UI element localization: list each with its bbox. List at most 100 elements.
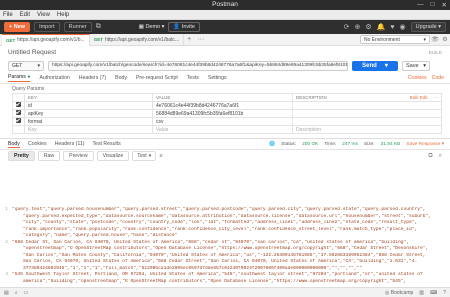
settings-icon[interactable]: ⚙ <box>365 23 371 31</box>
gear-icon[interactable]: ⚙ <box>440 36 450 43</box>
param-key[interactable]: format <box>24 117 153 126</box>
wrap-icon[interactable]: ≡ <box>159 153 162 159</box>
tab-response-headers[interactable]: Headers (11) <box>55 141 85 147</box>
table-row: Key Value Description <box>12 125 442 134</box>
minimize-button[interactable]: — <box>417 1 424 9</box>
new-key-input[interactable]: Key <box>24 125 153 134</box>
status-value: 200 OK <box>302 141 319 147</box>
row-checkbox[interactable] <box>12 101 25 110</box>
params-table: KEY VALUE DESCRIPTION ··· Bulk Edit id 4… <box>12 93 442 134</box>
search-icon[interactable]: ⌕ <box>15 290 18 296</box>
invite-button[interactable]: 👤 Invite <box>168 22 200 32</box>
sync-icon[interactable]: ⟳ <box>344 23 350 31</box>
tab-settings[interactable]: Settings <box>208 75 227 81</box>
save-button[interactable]: Save ▾ <box>402 60 430 71</box>
table-row: id 4e76061c4e44f39b8d4246776a7a6f1 <box>12 101 442 110</box>
tab-menu-button[interactable]: ··· <box>194 36 207 43</box>
tab-authorization[interactable]: Authorization <box>39 75 69 81</box>
environment-selector[interactable]: No Environment ▾ <box>360 35 430 44</box>
new-button[interactable]: + New <box>4 22 31 32</box>
param-value[interactable]: csv <box>152 117 293 126</box>
param-description[interactable] <box>292 101 442 110</box>
param-description[interactable] <box>292 117 442 126</box>
tab-label: https://api.geoapify.com/v1/b... <box>17 37 85 43</box>
tab-params[interactable]: Params ● <box>8 74 31 82</box>
table-header-key: KEY <box>24 93 153 102</box>
response-line: america","building","openstreetmap","© O… <box>0 279 450 285</box>
sidebar-toggle-icon[interactable]: ▤ <box>4 290 9 296</box>
avatar[interactable]: ◉ <box>399 23 405 31</box>
copy-icon[interactable]: ⧉ <box>428 153 432 160</box>
view-raw[interactable]: Raw <box>37 151 61 161</box>
tab-tests[interactable]: Tests <box>187 75 199 81</box>
menu-file[interactable]: File <box>3 12 13 18</box>
eye-icon[interactable]: 👁 <box>430 36 440 43</box>
console-icon[interactable]: ▭ <box>24 290 29 296</box>
request-name-bar: Untitled Request BUILD <box>0 46 450 58</box>
view-visualize[interactable]: Visualize <box>96 151 130 161</box>
format-select[interactable]: Text ▾ <box>132 151 157 161</box>
workspace-selector[interactable]: ▦ Demo ▾ <box>139 24 165 30</box>
tab-params-label: Params <box>8 74 26 80</box>
help-icon[interactable]: ? <box>443 290 446 296</box>
table-row: format csv <box>12 117 442 126</box>
keyboard-icon[interactable]: ⌨ <box>430 290 437 296</box>
response-tabs: Body Cookies Headers (11) Test Results 🌐… <box>0 138 450 150</box>
tab-response-cookies[interactable]: Cookies <box>28 141 47 147</box>
tab-response-body[interactable]: Body <box>8 141 20 148</box>
save-response-button[interactable]: Save Response ▾ <box>406 142 444 147</box>
menu-edit[interactable]: Edit <box>20 12 30 18</box>
response-body[interactable]: 1 "query.text","query.parsed.housenumber"… <box>0 207 450 284</box>
bulk-edit-link[interactable]: Bulk Edit <box>410 95 428 100</box>
tab-headers[interactable]: Headers (7) <box>79 75 106 81</box>
window-title: Postman <box>212 1 238 8</box>
add-tab-button[interactable]: + <box>184 36 194 43</box>
view-pretty[interactable]: Pretty <box>8 151 35 161</box>
send-button[interactable]: Send ▾ <box>352 60 398 71</box>
heart-icon[interactable]: ♥ <box>390 24 394 31</box>
request-tab[interactable]: GET https://api.geoapify.com/v1/b... <box>2 33 90 46</box>
param-key[interactable]: id <box>24 101 153 110</box>
new-description-input[interactable]: Description <box>292 125 442 134</box>
workspace-label: Demo <box>145 24 161 30</box>
tab-test-results[interactable]: Test Results <box>92 141 120 147</box>
bootcamp-link[interactable]: ◎ Bootcamp <box>385 290 413 296</box>
request-name[interactable]: Untitled Request <box>8 49 56 56</box>
view-preview[interactable]: Preview <box>63 151 94 161</box>
new-window-icon[interactable]: ⧉ <box>96 23 101 31</box>
param-value[interactable]: 56884d89e69a41309fc5b35fa6ef8101b <box>152 109 293 118</box>
new-value-input[interactable]: Value <box>152 125 293 134</box>
tab-body[interactable]: Body <box>115 75 127 81</box>
close-button[interactable]: ✕ <box>442 1 447 9</box>
request-tab[interactable]: GET https://api.geoapify.com/v1/batc... <box>90 33 185 46</box>
param-key[interactable]: apiKey <box>24 109 153 118</box>
size-label: Size: <box>363 141 375 147</box>
method-label: GET <box>12 62 23 69</box>
upgrade-button[interactable]: Upgrade ▾ <box>410 22 446 32</box>
import-button[interactable]: Import <box>34 22 60 32</box>
cookies-link[interactable]: Cookies <box>408 75 427 81</box>
code-link[interactable]: Code <box>432 75 444 81</box>
tab-label: https://api.geoapify.com/v1/batc... <box>104 36 180 43</box>
method-select[interactable]: GET ▾ <box>8 60 44 71</box>
search-icon[interactable]: ⌕ <box>439 153 442 160</box>
chevron-down-icon: ▾ <box>37 62 40 69</box>
more-icon[interactable]: ··· <box>434 95 439 100</box>
row-checkbox[interactable] <box>12 117 25 126</box>
menu-bar: File Edit View Help <box>0 10 450 20</box>
capture-icon[interactable]: ⊕ <box>354 23 360 31</box>
table-header-cell <box>12 93 25 102</box>
runner-button[interactable]: Runner <box>63 22 92 32</box>
url-input[interactable]: https://api.geoapify.com/v1/batch/geocod… <box>48 60 348 71</box>
menu-view[interactable]: View <box>37 12 50 18</box>
param-description[interactable] <box>292 109 442 118</box>
param-value[interactable]: 4e76061c4e44f39b8d4246776a7a6f1 <box>152 101 293 110</box>
layout-icon[interactable]: ▥ <box>419 290 424 296</box>
row-checkbox[interactable] <box>12 109 25 118</box>
menu-help[interactable]: Help <box>57 12 69 18</box>
maximize-button[interactable]: □ <box>431 1 435 9</box>
notifications-icon[interactable]: 🔔 <box>377 23 386 31</box>
tab-pre-request-script[interactable]: Pre-request Script <box>136 75 178 81</box>
time-label: Time: <box>324 141 337 147</box>
save-response-label: Save Response <box>406 141 441 147</box>
